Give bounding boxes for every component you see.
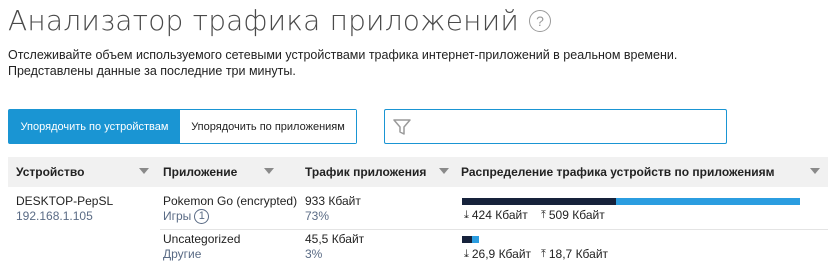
traffic-value: 933 Кбайт <box>305 194 361 208</box>
table-row-1-traffic: 933 Кбайт 73% <box>305 194 361 224</box>
download-bar <box>462 236 472 243</box>
help-icon[interactable]: ? <box>528 10 551 32</box>
sort-by-devices-button[interactable]: Упорядочить по устройствам <box>9 110 180 143</box>
upload-arrow-icon: ⤒ <box>541 247 546 260</box>
column-header-traffic: Трафик приложения <box>305 165 427 179</box>
column-header-app: Приложение <box>163 165 238 179</box>
device-name: DESKTOP-PepSL <box>16 194 114 208</box>
sort-toggle: Упорядочить по устройствам Упорядочить п… <box>8 109 357 144</box>
device-ip: 192.168.1.105 <box>16 209 93 223</box>
row-2-upload-stat: ⤒ 18,7 Кбайт <box>541 247 608 261</box>
column-header-distribution: Распределение трафика устройств по прило… <box>461 165 775 179</box>
sort-app-icon[interactable] <box>264 168 274 174</box>
download-value: 424 Кбайт <box>471 208 528 222</box>
table-row-1-app: Pokemon Go (encrypted) Игры 1 <box>163 194 297 224</box>
row-divider <box>160 229 828 230</box>
row-1-upload-stat: ⤒ 509 Кбайт <box>541 208 605 222</box>
device-cell: DESKTOP-PepSL 192.168.1.105 <box>16 194 113 224</box>
title-row: Анализатор трафика приложений ? <box>8 0 551 40</box>
sort-distribution-icon[interactable] <box>810 168 820 174</box>
page-title: Анализатор трафика приложений <box>8 3 519 37</box>
column-header-device: Устройство <box>16 165 85 179</box>
filter-box <box>384 109 727 144</box>
upload-value: 509 Кбайт <box>548 208 605 222</box>
download-arrow-icon: ⤓ <box>464 208 469 221</box>
filter-input[interactable] <box>419 111 726 142</box>
row-1-download-stat: ⤓ 424 Кбайт <box>464 208 528 222</box>
sort-device-icon[interactable] <box>139 168 149 174</box>
sort-by-apps-button[interactable]: Упорядочить по приложениям <box>180 110 356 143</box>
row-2-download-stat: ⤓ 26,9 Кбайт <box>464 247 531 261</box>
table-row-2-traffic: 45,5 Кбайт 3% <box>305 232 364 262</box>
traffic-percent: 3% <box>305 247 323 261</box>
upload-arrow-icon: ⤒ <box>541 208 546 221</box>
traffic-value: 45,5 Кбайт <box>305 232 365 246</box>
upload-bar <box>616 198 800 205</box>
sort-traffic-icon[interactable] <box>439 168 449 174</box>
filter-icon <box>385 117 419 137</box>
description-line-2: Представлены данные за последние три мин… <box>8 64 296 78</box>
upload-value: 18,7 Кбайт <box>548 247 609 261</box>
table-row-2-app: Uncategorized Другие <box>163 232 240 262</box>
traffic-percent: 73% <box>305 209 330 223</box>
download-bar <box>462 198 616 205</box>
app-category: Другие <box>163 247 202 261</box>
download-arrow-icon: ⤓ <box>464 247 469 260</box>
table-header: Устройство Приложение Трафик приложения … <box>8 157 828 187</box>
app-name: Pokemon Go (encrypted) <box>163 194 298 208</box>
page-description: Отслеживайте объем используемого сетевым… <box>8 47 677 79</box>
download-value: 26,9 Кбайт <box>471 247 532 261</box>
app-category: Игры <box>163 209 192 223</box>
category-count-badge[interactable]: 1 <box>194 209 210 224</box>
description-line-1: Отслеживайте объем используемого сетевым… <box>8 48 678 62</box>
upload-bar <box>472 236 479 243</box>
app-name: Uncategorized <box>163 232 241 246</box>
